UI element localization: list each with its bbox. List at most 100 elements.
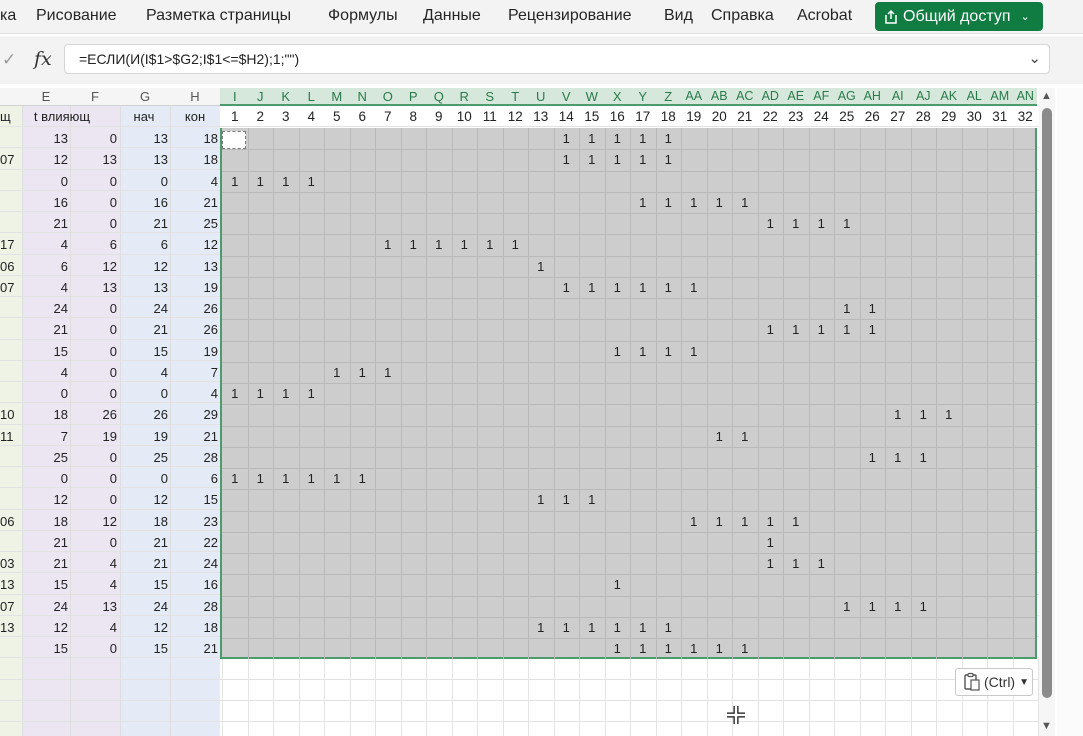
column-header-t[interactable]: T: [503, 89, 529, 109]
column-header-j[interactable]: J: [248, 89, 274, 109]
timeline-mark-cell: 1: [868, 322, 876, 338]
ribbon-tab[interactable]: Справка: [711, 7, 774, 25]
move-cursor-icon: [727, 706, 745, 724]
gridline: [0, 700, 1039, 701]
paste-options-button[interactable]: (Ctrl) ▼: [955, 668, 1033, 696]
formula-input[interactable]: =ЕСЛИ(И(I$1>$G2;I$1<=$H2);1;"") ⌄: [64, 44, 1050, 74]
column-header-k[interactable]: K: [273, 89, 299, 109]
ribbon-tab[interactable]: ка: [0, 7, 16, 25]
timeline-mark-cell: 1: [613, 577, 621, 593]
scroll-down-arrow-icon[interactable]: ▼: [1041, 720, 1052, 732]
cell-g: 16: [153, 194, 168, 210]
cell-e: 21: [53, 216, 68, 231]
cell-g: 19: [153, 428, 168, 444]
cell-h: 26: [203, 322, 218, 338]
cell-e: 24: [53, 598, 68, 614]
gridline: [528, 659, 529, 736]
timeline-mark-cell: 1: [409, 237, 417, 253]
column-header-h[interactable]: H: [170, 89, 220, 109]
expand-formula-bar-icon[interactable]: ⌄: [1028, 49, 1041, 67]
timeline-mark-cell: 1: [613, 152, 621, 168]
column-header-z[interactable]: Z: [656, 89, 682, 109]
gridline: [324, 659, 325, 736]
timeline-mark-cell: 1: [358, 364, 366, 380]
ribbon-tab[interactable]: Данные: [423, 7, 481, 25]
column-header-i[interactable]: I: [222, 89, 248, 109]
column-header-v[interactable]: V: [554, 89, 580, 109]
ribbon-tab[interactable]: Acrobat: [797, 7, 852, 25]
ribbon-tab[interactable]: Разметка страницы: [146, 7, 291, 25]
column-header-s[interactable]: S: [477, 89, 503, 109]
timeline-mark-cell: 1: [766, 322, 774, 338]
scroll-up-arrow-icon[interactable]: ▲: [1041, 90, 1052, 102]
column-header-x[interactable]: X: [605, 89, 631, 109]
gridline: [222, 383, 1035, 384]
column-header-f[interactable]: F: [70, 89, 120, 109]
column-header-ab[interactable]: AB: [707, 89, 733, 109]
cell-e: 7: [60, 428, 68, 444]
ribbon-tab[interactable]: Формулы: [328, 7, 398, 25]
column-header-u[interactable]: U: [528, 89, 554, 109]
share-button[interactable]: Общий доступ ⌄: [875, 2, 1043, 31]
timeline-number-cell: 12: [507, 109, 523, 124]
column-header-ae[interactable]: AE: [783, 89, 809, 109]
insert-function-button[interactable]: fx: [34, 48, 52, 70]
timeline-mark-cell: 1: [792, 216, 800, 231]
column-header-q[interactable]: Q: [426, 89, 452, 109]
timeline-mark-cell: 1: [715, 194, 723, 210]
timeline-mark-cell: 1: [384, 364, 392, 380]
gridline: [375, 128, 376, 659]
column-header-o[interactable]: O: [375, 89, 401, 109]
cell-f: 0: [109, 449, 117, 465]
column-header-y[interactable]: Y: [630, 89, 656, 109]
ribbon-tab[interactable]: Рисование: [36, 7, 117, 25]
column-header-an[interactable]: AN: [1013, 89, 1039, 109]
column-header-ad[interactable]: AD: [758, 89, 784, 109]
timeline-mark-cell: 1: [919, 598, 927, 614]
timeline-mark-cell: 1: [460, 237, 468, 253]
column-header-am[interactable]: AM: [987, 89, 1013, 109]
gridline: [630, 659, 631, 736]
column-header-aa[interactable]: AA: [681, 89, 707, 109]
ribbon-tab[interactable]: Вид: [664, 7, 693, 25]
column-header-aj[interactable]: AJ: [911, 89, 937, 109]
timeline-mark-cell: 1: [690, 194, 698, 210]
column-header-g[interactable]: G: [120, 89, 170, 109]
gridline: [222, 213, 1035, 214]
column-header-e[interactable]: E: [22, 89, 70, 109]
column-header-m[interactable]: M: [324, 89, 350, 109]
cell-d: 13: [0, 577, 15, 593]
column-header-w[interactable]: W: [579, 89, 605, 109]
column-header-l[interactable]: L: [299, 89, 325, 109]
timeline-mark-cell: 1: [537, 492, 545, 508]
cell-f: 0: [109, 364, 117, 380]
timeline-mark-cell: 1: [486, 237, 494, 253]
cell-h: 16: [203, 577, 218, 593]
vertical-scroll-thumb[interactable]: [1042, 108, 1052, 698]
ribbon-tab[interactable]: Рецензирование: [508, 7, 632, 25]
enter-formula-icon[interactable]: ✓: [2, 50, 16, 70]
active-cell[interactable]: [222, 131, 246, 149]
gridline: [350, 659, 351, 736]
timeline-mark-cell: 1: [639, 279, 647, 295]
column-header-ac[interactable]: AC: [732, 89, 758, 109]
column-header-ai[interactable]: AI: [885, 89, 911, 109]
gridline: [860, 659, 861, 736]
column-header-al[interactable]: AL: [962, 89, 988, 109]
column-header-p[interactable]: P: [401, 89, 427, 109]
column-header-ag[interactable]: AG: [834, 89, 860, 109]
cell-e: 16: [53, 194, 68, 210]
cell-g: 13: [153, 131, 168, 146]
cell-e: 12: [53, 152, 68, 168]
column-header-ah[interactable]: AH: [860, 89, 886, 109]
timeline-number-cell: 1: [230, 109, 239, 124]
column-header-ak[interactable]: AK: [936, 89, 962, 109]
timeline-mark-cell: 1: [843, 301, 851, 316]
column-header-af[interactable]: AF: [809, 89, 835, 109]
column-header-n[interactable]: N: [350, 89, 376, 109]
timeline-mark-cell: 1: [231, 471, 239, 486]
gridline: [350, 128, 351, 659]
column-header-r[interactable]: R: [452, 89, 478, 109]
timeline-number-cell: 31: [992, 109, 1008, 124]
gridline: [324, 128, 325, 659]
